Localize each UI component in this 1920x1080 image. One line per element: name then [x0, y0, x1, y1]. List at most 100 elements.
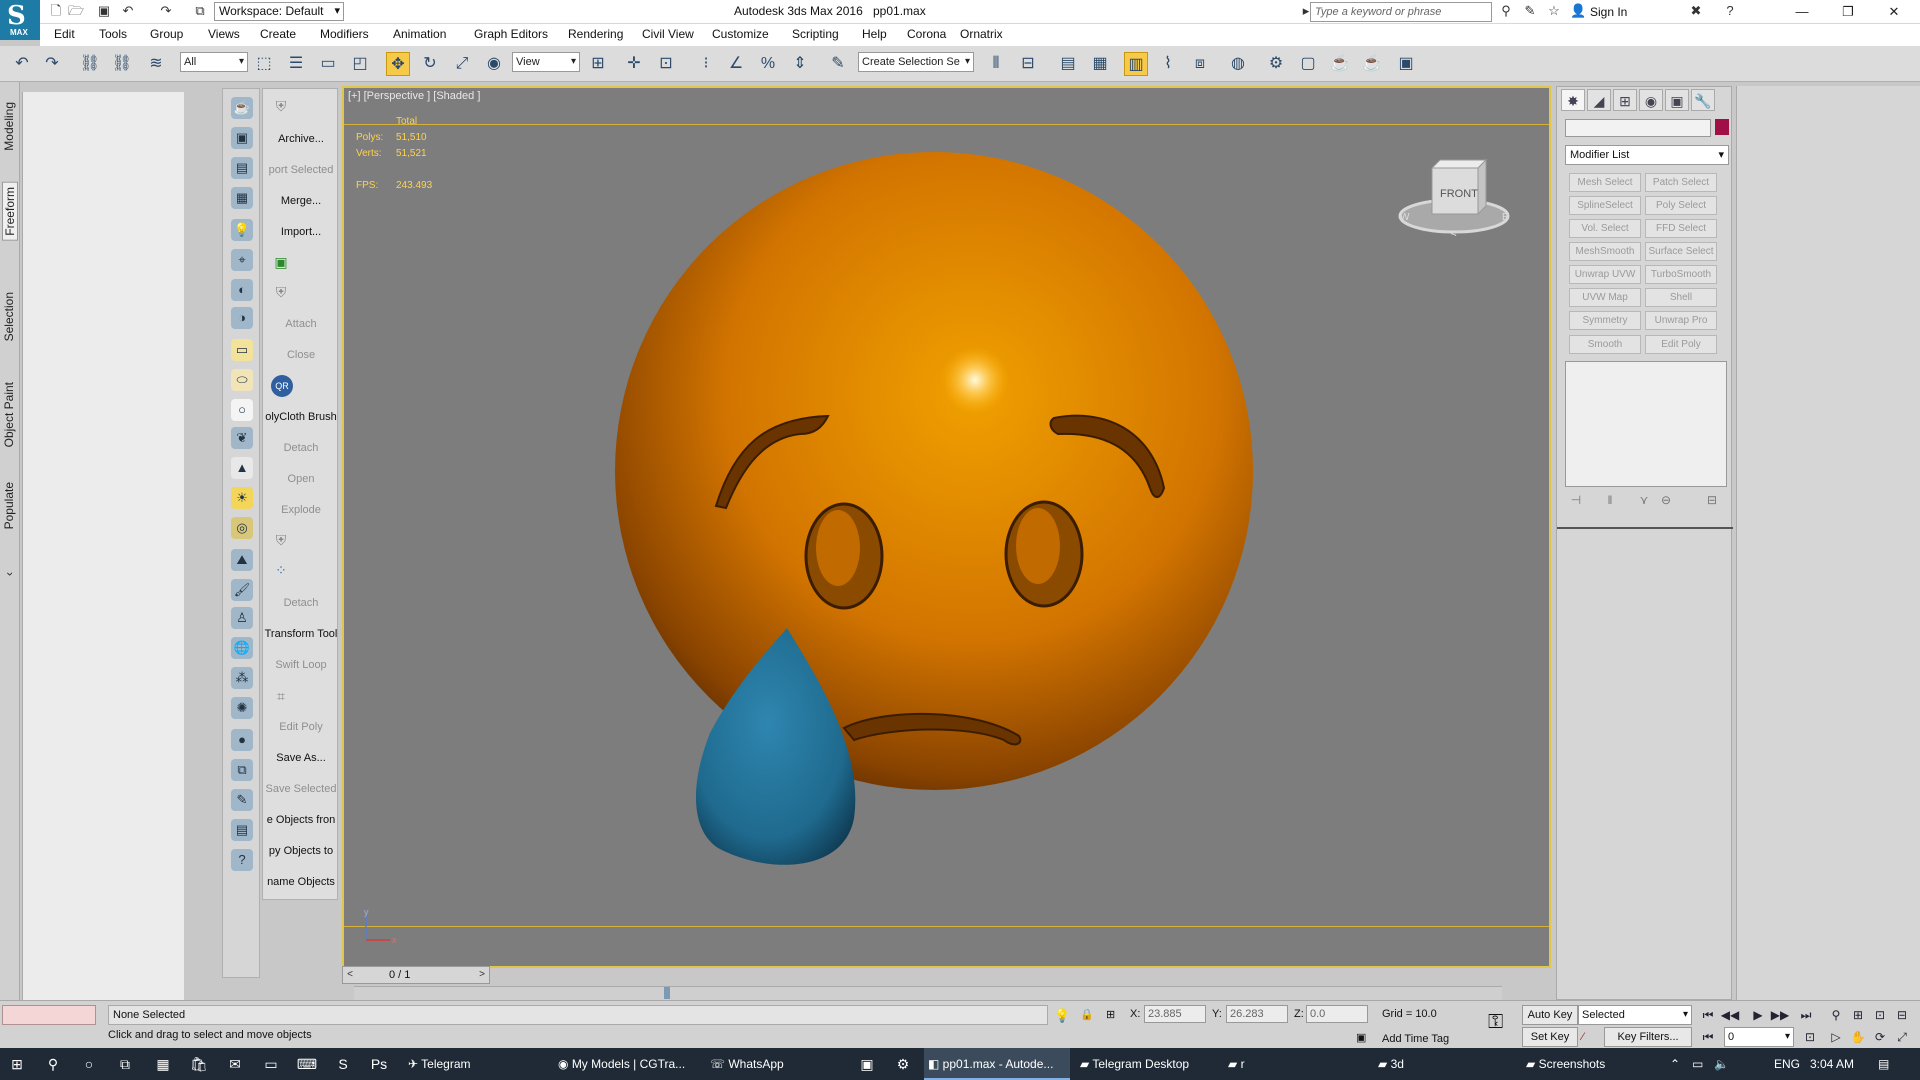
orbit-icon[interactable]: ⟳ — [1870, 1027, 1890, 1047]
close-button[interactable]: Close — [263, 349, 337, 361]
save-selected-button[interactable]: Save Selected — [263, 783, 337, 795]
percent-snap-icon[interactable]: % — [756, 52, 780, 76]
tab-freeform[interactable]: Freeform — [2, 182, 18, 241]
transform-tool-button[interactable]: Transform Tool — [263, 628, 337, 640]
curve-editor-icon[interactable]: ⌇ — [1156, 52, 1180, 76]
sign-in-button[interactable]: Sign In — [1590, 5, 1627, 19]
grass-icon[interactable]: ⁂ — [231, 667, 253, 689]
add-time-tag-button[interactable]: Add Time Tag — [1382, 1033, 1449, 1045]
tray-network-icon[interactable]: ▭ — [1692, 1048, 1703, 1080]
store-icon[interactable]: 🛍 — [188, 1054, 210, 1074]
undo-icon[interactable]: ↶ — [120, 3, 136, 19]
remove-modifier-icon[interactable]: ⊖ — [1657, 491, 1675, 509]
place-icon[interactable]: ◉ — [482, 52, 506, 76]
next-frame-icon[interactable]: ▶▶ — [1770, 1005, 1790, 1025]
menu-scripting[interactable]: Scripting — [792, 27, 839, 41]
align-icon[interactable]: ⊟ — [1016, 52, 1040, 76]
field-of-view-icon[interactable]: ▷ — [1826, 1027, 1846, 1047]
save-as-button[interactable]: Save As... — [263, 752, 337, 764]
modifier-list-dropdown[interactable]: Modifier List — [1565, 145, 1729, 165]
save-icon[interactable]: ▣ — [96, 3, 112, 19]
hierarchy-tab-icon[interactable]: ⊞ — [1613, 89, 1637, 111]
mirror-icon[interactable]: ⫴ — [984, 52, 1008, 76]
patch-select-button[interactable]: Patch Select — [1645, 173, 1717, 192]
restore-icon[interactable]: ❐ — [1828, 2, 1868, 22]
copy-objects-button[interactable]: py Objects to — [263, 845, 337, 857]
photos-icon[interactable]: ▣ — [856, 1054, 878, 1074]
default-tangent-icon[interactable]: ⁄ — [1582, 1031, 1584, 1043]
disc-icon[interactable]: ⬭ — [231, 369, 253, 391]
current-frame-field[interactable]: 0 — [1724, 1027, 1794, 1047]
selection-lock-icon[interactable]: 🔒 — [1080, 1008, 1094, 1021]
perspective-viewport[interactable]: [+] [Perspective ] [Shaded ] Total Polys… — [342, 86, 1551, 968]
particles-icon[interactable]: ⁘ — [271, 561, 291, 579]
rename-objects-button[interactable]: name Objects — [263, 876, 337, 888]
terrain-icon[interactable]: ⛰ — [231, 549, 253, 571]
zoom-icon[interactable]: ⚲ — [1826, 1005, 1846, 1025]
audio-icon[interactable]: ◐ — [231, 279, 253, 301]
plane-icon[interactable]: ▭ — [231, 339, 253, 361]
isolate-selection-icon[interactable]: 💡 — [1054, 1008, 1070, 1024]
render-iterative-icon[interactable]: ☕ — [1360, 52, 1384, 76]
track-bar[interactable] — [354, 986, 1502, 1000]
ribbon-expand-icon[interactable]: ‹ — [2, 572, 16, 576]
time-slider-prev-icon[interactable]: < — [343, 967, 357, 983]
surface-select-button[interactable]: Surface Select — [1645, 242, 1717, 261]
spline-select-button[interactable]: SplineSelect — [1569, 196, 1641, 215]
new-file-icon[interactable]: 🗋 — [48, 3, 64, 19]
pin-stack-icon[interactable]: ⊣ — [1567, 491, 1585, 509]
mesh-select-button[interactable]: Mesh Select — [1569, 173, 1641, 192]
taskbar-app-3dsmax[interactable]: ◧ pp01.max - Autode... — [924, 1048, 1070, 1080]
menu-modifiers[interactable]: Modifiers — [320, 27, 369, 41]
menu-corona[interactable]: Corona — [907, 27, 946, 41]
object-color-swatch[interactable] — [1715, 119, 1729, 135]
zoom-extents-icon[interactable]: ⊡ — [1870, 1005, 1890, 1025]
shell-button[interactable]: Shell — [1645, 288, 1717, 307]
sphere-icon[interactable]: ○ — [231, 399, 253, 421]
tray-volume-icon[interactable]: 🔈 — [1714, 1048, 1729, 1080]
close-icon[interactable]: ✕ — [1874, 2, 1914, 22]
set-key-button[interactable]: Set Key — [1522, 1027, 1578, 1047]
meshsmooth-button[interactable]: MeshSmooth — [1569, 242, 1641, 261]
show-end-result-icon[interactable]: ‖ — [1601, 491, 1619, 509]
unwrap-uvw-button[interactable]: Unwrap UVW — [1569, 265, 1641, 284]
rendered-frame-window-icon[interactable]: ▢ — [1296, 52, 1320, 76]
time-slider[interactable]: < 0 / 1 > — [342, 966, 490, 984]
unlink-icon[interactable]: ⛓ — [110, 52, 134, 76]
pan-view-icon[interactable]: ✋ — [1848, 1027, 1868, 1047]
menu-views[interactable]: Views — [208, 27, 240, 41]
object-name-field[interactable] — [1565, 119, 1711, 137]
mail-icon[interactable]: ✉ — [224, 1054, 246, 1074]
notifications-icon[interactable]: ▤ — [1878, 1048, 1889, 1080]
taskbar-app-telegram[interactable]: ✈ Telegram — [404, 1048, 546, 1080]
key-mode-dropdown[interactable]: Selected — [1578, 1005, 1692, 1025]
x-coord-field[interactable]: 23.885 — [1144, 1005, 1206, 1023]
symmetry-button[interactable]: Symmetry — [1569, 311, 1641, 330]
select-manipulate-icon[interactable]: ✛ — [622, 52, 646, 76]
track-bar-key[interactable] — [664, 987, 670, 999]
menu-create[interactable]: Create — [260, 27, 296, 41]
statue-icon[interactable]: ♙ — [231, 607, 253, 629]
rename-objects-icon[interactable]: ✎ — [231, 789, 253, 811]
named-selection-dropdown[interactable]: Create Selection Se — [858, 52, 974, 72]
create-tab-icon[interactable]: ✸ — [1561, 89, 1585, 111]
smooth-button[interactable]: Smooth — [1569, 335, 1641, 354]
motion-tab-icon[interactable]: ◉ — [1639, 89, 1663, 111]
windows-start-icon[interactable]: ⊞ — [6, 1054, 28, 1074]
help-circle-icon[interactable]: ? — [231, 849, 253, 871]
project-folder-icon[interactable]: ⧉ — [192, 3, 208, 19]
tab-selection[interactable]: Selection — [2, 292, 16, 341]
plant-icon[interactable]: ❦ — [231, 427, 253, 449]
tray-expand-icon[interactable]: ⌃ — [1670, 1048, 1680, 1080]
taskbar-app-folder-r[interactable]: ▰ r — [1224, 1048, 1370, 1080]
vol-select-button[interactable]: Vol. Select — [1569, 219, 1641, 238]
display-tab-icon[interactable]: ▣ — [1665, 89, 1689, 111]
maximize-viewport-icon[interactable]: ⤢ — [1892, 1027, 1912, 1047]
open-button[interactable]: Open — [263, 473, 337, 485]
select-rotate-icon[interactable]: ↻ — [418, 52, 442, 76]
select-by-name-icon[interactable]: ☰ — [284, 52, 308, 76]
swift-loop-button[interactable]: Swift Loop — [263, 659, 337, 671]
minimize-icon[interactable]: — — [1782, 2, 1822, 22]
sun-icon[interactable]: ☀ — [231, 487, 253, 509]
settings-gear-icon[interactable]: ⚙ — [892, 1054, 914, 1074]
